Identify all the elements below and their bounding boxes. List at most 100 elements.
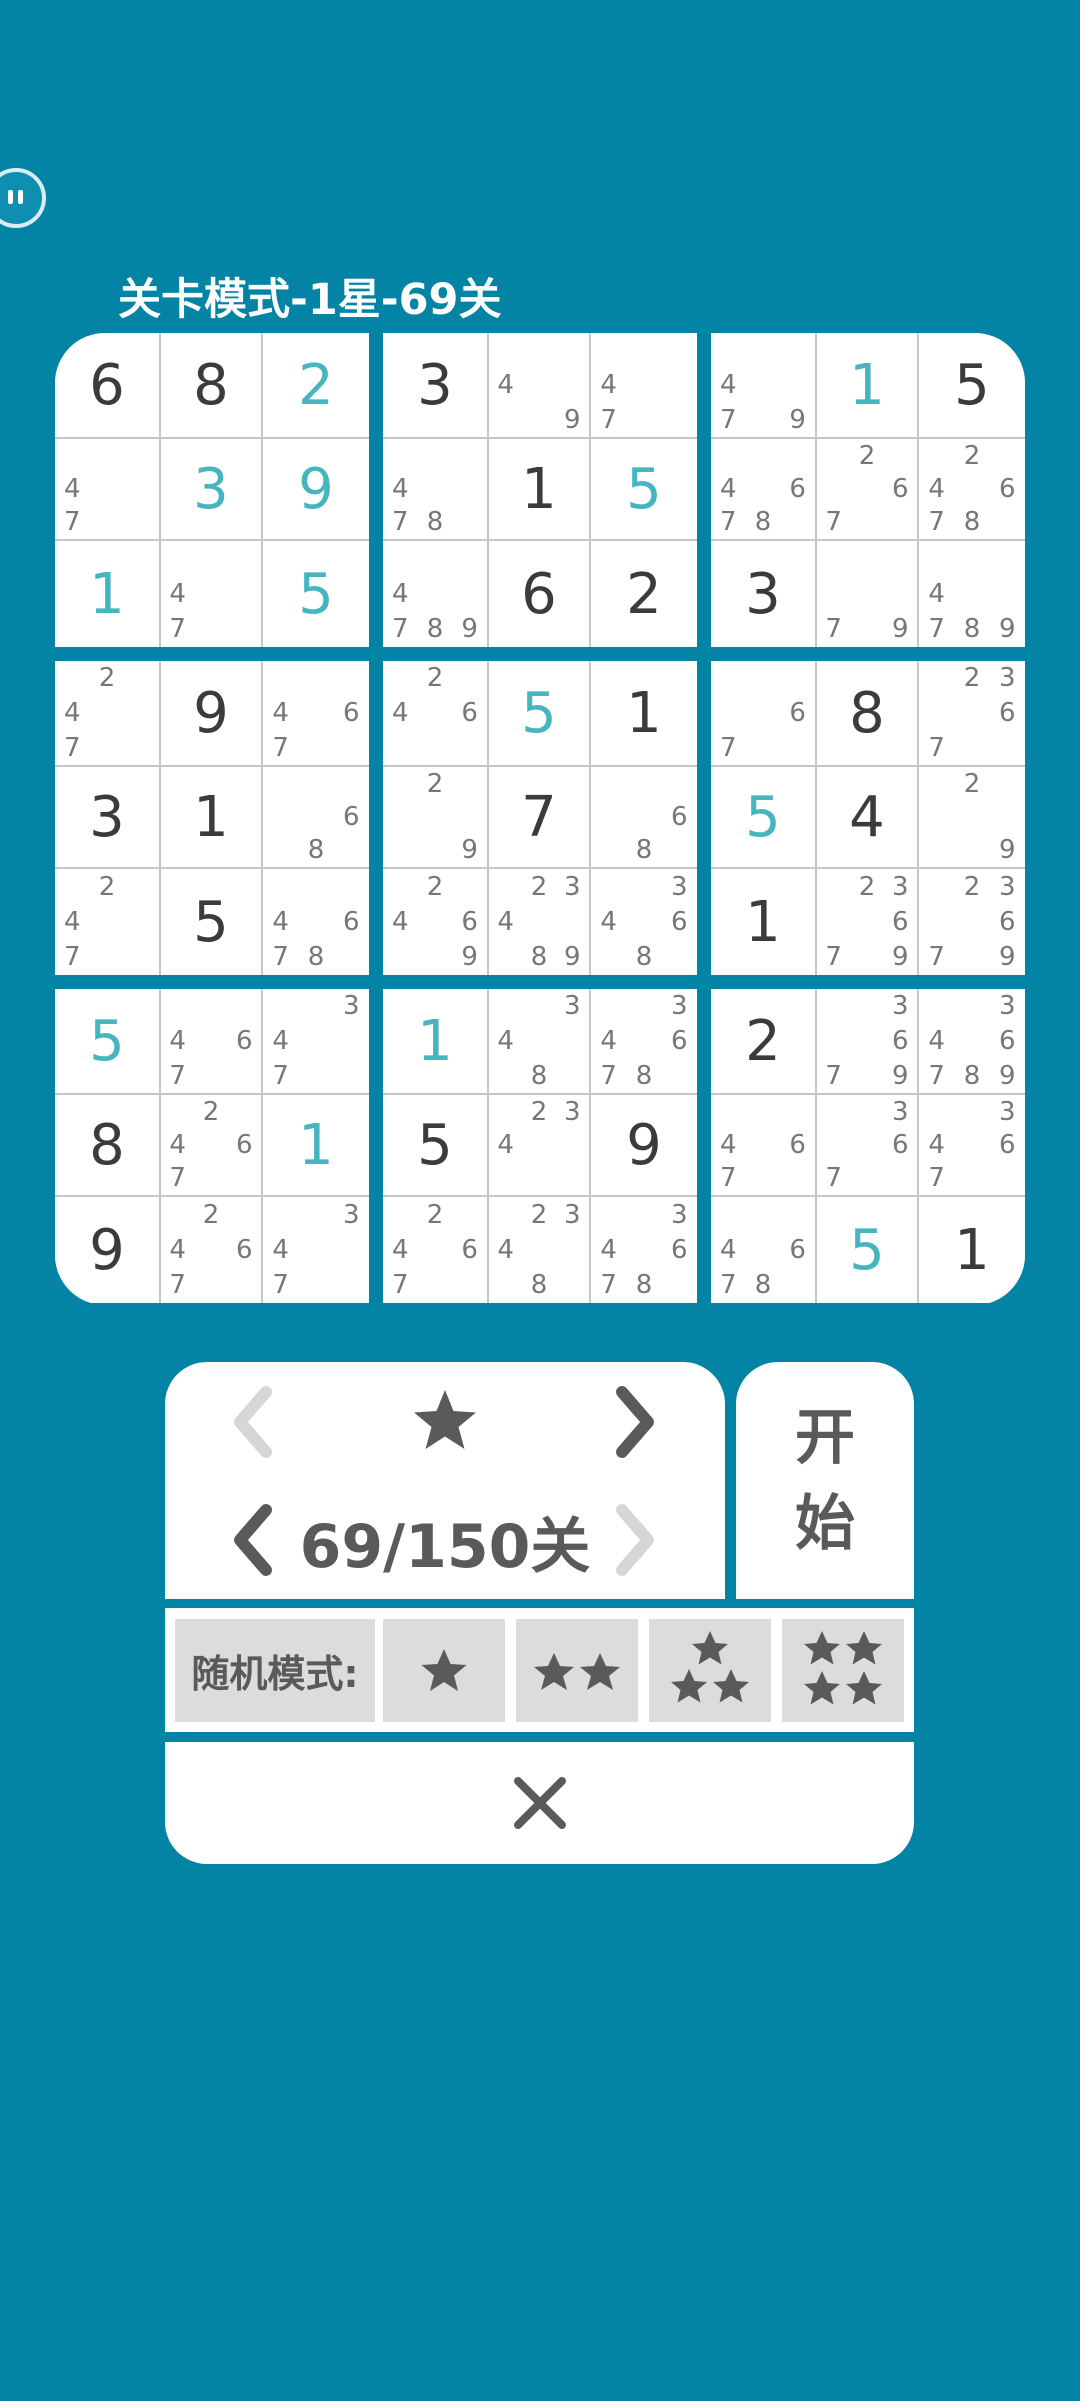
sudoku-cell[interactable]: 3 4 7 bbox=[263, 1197, 369, 1303]
sudoku-cell[interactable]: 3 bbox=[711, 541, 815, 647]
sudoku-cell[interactable]: 26 7 bbox=[817, 439, 917, 539]
sudoku-cell[interactable]: 49 bbox=[489, 333, 589, 437]
sudoku-cell[interactable]: 5 bbox=[383, 1095, 487, 1195]
sudoku-cell[interactable]: 5 bbox=[263, 541, 369, 647]
candidate-note: 7 bbox=[825, 1060, 842, 1091]
sudoku-cell[interactable]: 3 48 bbox=[489, 989, 589, 1093]
sudoku-cell[interactable]: 4 7 9 bbox=[711, 333, 815, 437]
sudoku-cell[interactable]: 3 4 6 78 bbox=[591, 1197, 697, 1303]
random-4-star-button[interactable] bbox=[782, 1619, 904, 1722]
sudoku-cell[interactable]: 4 6 7 bbox=[711, 1095, 815, 1195]
candidate-note: 4 bbox=[392, 578, 409, 609]
sudoku-cell[interactable]: 36 7 9 bbox=[817, 989, 917, 1093]
sudoku-cell[interactable]: 4 6 78 bbox=[711, 439, 815, 539]
random-3-star-button[interactable] bbox=[649, 1619, 771, 1722]
pause-button[interactable] bbox=[0, 168, 46, 228]
random-2-star-button[interactable] bbox=[516, 1619, 638, 1722]
sudoku-cell[interactable]: 1 bbox=[263, 1095, 369, 1195]
sudoku-cell[interactable]: 4 6 78 bbox=[711, 1197, 815, 1303]
prev-level-arrow-icon[interactable] bbox=[222, 1500, 282, 1580]
candidate-note: 7 bbox=[272, 732, 289, 763]
start-button[interactable]: 开始 bbox=[736, 1362, 914, 1599]
sudoku-cell[interactable]: 24 6 7 bbox=[161, 1095, 261, 1195]
sudoku-cell[interactable]: 5 bbox=[161, 869, 261, 975]
sudoku-cell[interactable]: 4 789 bbox=[383, 541, 487, 647]
sudoku-cell[interactable]: 3 4 6 78 bbox=[591, 989, 697, 1093]
sudoku-cell[interactable]: 3 4 6 789 bbox=[919, 989, 1025, 1093]
sudoku-cell[interactable]: 3 bbox=[55, 767, 159, 867]
candidate-note: 7 bbox=[64, 732, 81, 763]
random-1-star-button[interactable] bbox=[383, 1619, 505, 1722]
sudoku-cell[interactable]: 23 4 bbox=[489, 1095, 589, 1195]
sudoku-cell[interactable]: 24 6 9 bbox=[383, 869, 487, 975]
prev-difficulty-arrow-icon[interactable] bbox=[222, 1382, 282, 1462]
sudoku-cell[interactable]: 5 bbox=[591, 439, 697, 539]
sudoku-cell[interactable]: 2 bbox=[263, 333, 369, 437]
sudoku-cell[interactable]: 23 489 bbox=[489, 869, 589, 975]
sudoku-cell[interactable]: 5 bbox=[711, 767, 815, 867]
sudoku-cell[interactable]: 8 bbox=[55, 1095, 159, 1195]
sudoku-cell[interactable]: 23 6 7 9 bbox=[817, 869, 917, 975]
sudoku-cell[interactable]: 236 7 bbox=[919, 661, 1025, 765]
sudoku-cell[interactable]: 9 bbox=[161, 661, 261, 765]
sudoku-cell[interactable]: 24 7 bbox=[55, 661, 159, 765]
sudoku-cell[interactable]: 1 bbox=[591, 661, 697, 765]
sudoku-cell[interactable]: 1 bbox=[489, 439, 589, 539]
sudoku-cell[interactable]: 1 bbox=[919, 1197, 1025, 1303]
sudoku-box: 2479467 3168 24754678 bbox=[55, 661, 369, 975]
sudoku-cell[interactable]: 24 6 78 bbox=[919, 439, 1025, 539]
next-level-arrow-icon[interactable] bbox=[606, 1500, 666, 1580]
sudoku-cell[interactable]: 6 bbox=[55, 333, 159, 437]
sudoku-cell[interactable]: 5 bbox=[55, 989, 159, 1093]
sudoku-cell[interactable]: 4 6 7 bbox=[263, 661, 369, 765]
sudoku-cell[interactable]: 3 4 68 bbox=[591, 869, 697, 975]
entered-digit: 9 bbox=[298, 456, 334, 522]
sudoku-cell[interactable]: 3 4 6 7 bbox=[919, 1095, 1025, 1195]
sudoku-cell[interactable]: 9 bbox=[55, 1197, 159, 1303]
sudoku-cell[interactable]: 4 6 7 bbox=[161, 989, 261, 1093]
sudoku-cell[interactable]: 4 bbox=[817, 767, 917, 867]
sudoku-cell[interactable]: 68 bbox=[591, 767, 697, 867]
sudoku-cell[interactable]: 29 bbox=[919, 767, 1025, 867]
sudoku-cell[interactable]: 7 bbox=[489, 767, 589, 867]
sudoku-cell[interactable]: 5 bbox=[919, 333, 1025, 437]
sudoku-cell[interactable]: 9 bbox=[263, 439, 369, 539]
sudoku-cell[interactable]: 5 bbox=[489, 661, 589, 765]
sudoku-cell[interactable]: 1 bbox=[817, 333, 917, 437]
sudoku-cell[interactable]: 1 bbox=[55, 541, 159, 647]
sudoku-cell[interactable]: 2 bbox=[711, 989, 815, 1093]
sudoku-cell[interactable]: 24 6 7 bbox=[161, 1197, 261, 1303]
sudoku-cell[interactable]: 68 bbox=[263, 767, 369, 867]
sudoku-cell[interactable]: 23 6 7 9 bbox=[919, 869, 1025, 975]
sudoku-cell[interactable]: 29 bbox=[383, 767, 487, 867]
sudoku-cell[interactable]: 24 6 7 bbox=[383, 1197, 487, 1303]
sudoku-cell[interactable]: 47 bbox=[591, 333, 697, 437]
sudoku-cell[interactable]: 9 bbox=[591, 1095, 697, 1195]
next-difficulty-arrow-icon[interactable] bbox=[606, 1382, 666, 1462]
sudoku-cell[interactable]: 8 bbox=[161, 333, 261, 437]
candidate-note: 4 bbox=[497, 1234, 514, 1265]
sudoku-cell[interactable]: 67 bbox=[711, 661, 815, 765]
sudoku-cell[interactable]: 3 bbox=[383, 333, 487, 437]
sudoku-cell[interactable]: 36 7 bbox=[817, 1095, 917, 1195]
sudoku-cell[interactable]: 79 bbox=[817, 541, 917, 647]
sudoku-cell[interactable]: 3 4 7 bbox=[263, 989, 369, 1093]
sudoku-cell[interactable]: 47 bbox=[55, 439, 159, 539]
sudoku-cell[interactable]: 23 48 bbox=[489, 1197, 589, 1303]
sudoku-cell[interactable]: 4 789 bbox=[919, 541, 1025, 647]
sudoku-cell[interactable]: 1 bbox=[711, 869, 815, 975]
sudoku-cell[interactable]: 4 6 78 bbox=[263, 869, 369, 975]
sudoku-cell[interactable]: 5 bbox=[817, 1197, 917, 1303]
sudoku-cell[interactable]: 24 6 bbox=[383, 661, 487, 765]
sudoku-cell[interactable]: 24 7 bbox=[55, 869, 159, 975]
sudoku-cell[interactable]: 478 bbox=[383, 439, 487, 539]
sudoku-cell[interactable]: 1 bbox=[383, 989, 487, 1093]
candidate-note: 8 bbox=[963, 614, 981, 645]
sudoku-cell[interactable]: 6 bbox=[489, 541, 589, 647]
sudoku-cell[interactable]: 1 bbox=[161, 767, 261, 867]
sudoku-cell[interactable]: 47 bbox=[161, 541, 261, 647]
sudoku-cell[interactable]: 2 bbox=[591, 541, 697, 647]
sudoku-cell[interactable]: 8 bbox=[817, 661, 917, 765]
close-button[interactable] bbox=[165, 1742, 914, 1864]
sudoku-cell[interactable]: 3 bbox=[161, 439, 261, 539]
